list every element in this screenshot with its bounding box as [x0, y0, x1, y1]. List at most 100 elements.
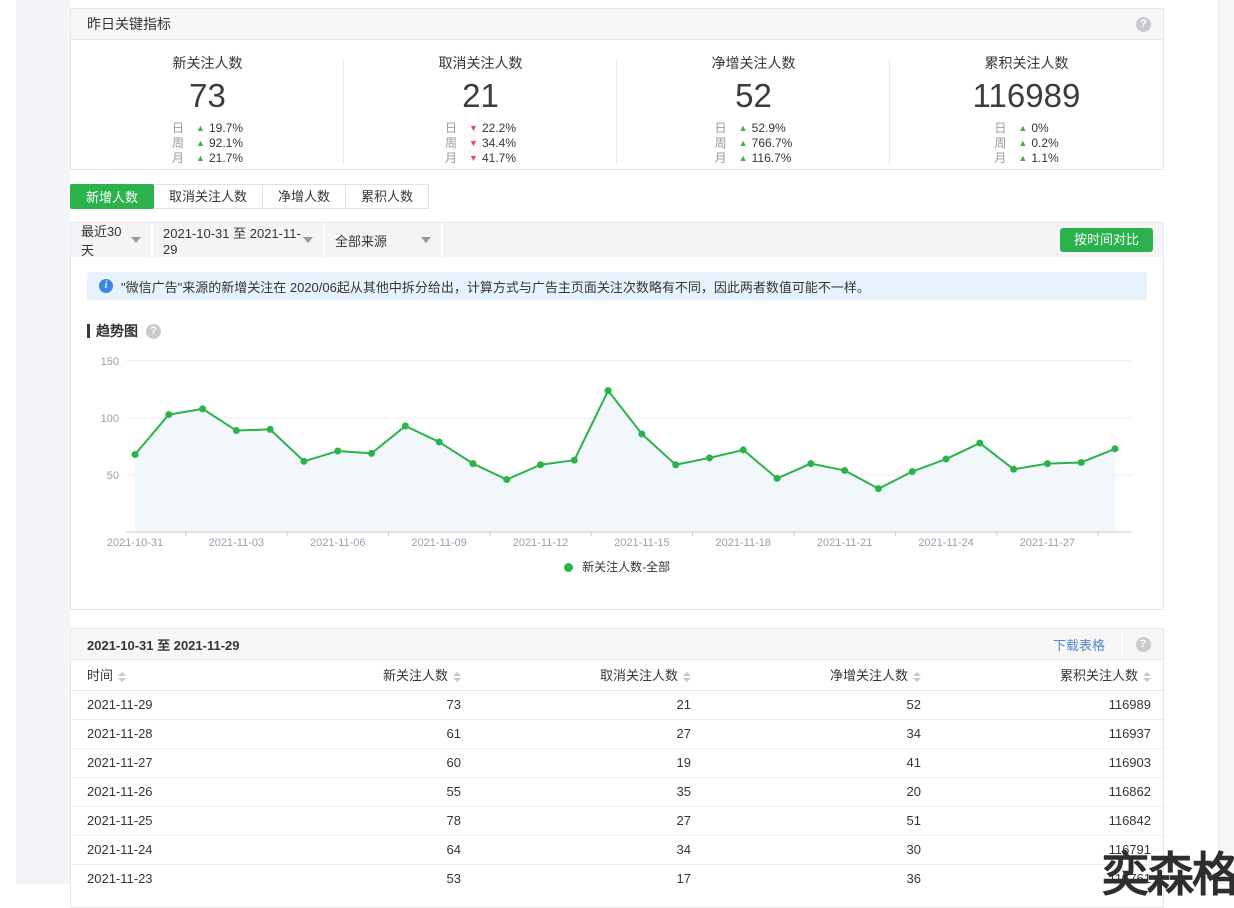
- source-dropdown[interactable]: 全部来源: [325, 223, 443, 257]
- trend-arrow-icon: ▲: [738, 123, 748, 133]
- trend-chart: 50 100 150 2021-10-31 2021-11-03 2021-11-06 20…: [87, 347, 1147, 552]
- table-cell: 2021-11-29: [87, 697, 153, 712]
- table-cell: 34: [705, 718, 935, 748]
- trend-section-title: 趋势图: [87, 321, 1147, 341]
- notice-text: "微信广告"来源的新增关注在 2020/06起从其他中拆分给出，计算方式与广告主…: [121, 279, 870, 295]
- source-value: 全部来源: [335, 233, 388, 249]
- tab-unfollowers[interactable]: 取消关注人数: [153, 184, 264, 209]
- trend-arrow-icon: ▼: [468, 123, 478, 133]
- table-cell: 116989: [1108, 697, 1151, 712]
- help-icon[interactable]: [1136, 17, 1151, 32]
- table-cell: 19: [475, 747, 705, 777]
- download-table-link[interactable]: 下载表格: [1053, 635, 1121, 654]
- percent-value: 19.7%: [208, 121, 244, 135]
- legend-marker-icon: [563, 563, 573, 572]
- table-row: 2021-11-23 53 17 36 116761: [71, 863, 1165, 893]
- tab-total[interactable]: 累积人数: [345, 184, 430, 209]
- key-metrics-card: 昨日关键指标 新关注人数 73 日▲19.7% 周▲92.1% 月▲21.7% …: [70, 8, 1164, 170]
- table-date-range-title: 2021-10-31 至 2021-11-29: [87, 637, 240, 653]
- table-row: 2021-11-29 73 21 52 116989: [71, 690, 1165, 719]
- svg-text:50: 50: [107, 470, 119, 482]
- metric-new-followers: 新关注人数 73 日 ▲ 19.7% 周 ▲ 92.1% 月 ▲ 21.7%: [71, 53, 344, 166]
- column-header-total[interactable]: 累积关注人数: [935, 660, 1165, 691]
- trend-arrow-icon: ▲: [195, 123, 205, 133]
- table-cell: 17: [475, 863, 705, 893]
- table-cell: 41: [705, 747, 935, 777]
- column-header-net[interactable]: 净增关注人数: [705, 660, 935, 691]
- trend-arrow-icon: ▲: [195, 138, 205, 148]
- percent-value: 52.9%: [751, 121, 786, 135]
- trend-title-text: 趋势图: [96, 323, 138, 339]
- info-icon: [99, 279, 113, 293]
- svg-text:2021-11-09: 2021-11-09: [411, 537, 466, 549]
- chevron-down-icon: [421, 237, 431, 243]
- chart-legend[interactable]: 新关注人数-全部: [71, 558, 1163, 575]
- table-cell: 55: [245, 776, 475, 806]
- page-left-gutter: [16, 0, 70, 884]
- scrollbar[interactable]: [1218, 0, 1234, 884]
- tab-new-followers[interactable]: 新增人数: [70, 184, 155, 209]
- svg-text:2021-11-15: 2021-11-15: [614, 537, 669, 549]
- data-table-card: 2021-10-31 至 2021-11-29 下载表格 时间 新关注人数 取消…: [70, 628, 1165, 908]
- trend-arrow-icon: ▲: [738, 138, 748, 148]
- notice-banner: "微信广告"来源的新增关注在 2020/06起从其他中拆分给出，计算方式与广告主…: [87, 272, 1147, 300]
- chevron-down-icon: [303, 237, 313, 243]
- date-preset-dropdown[interactable]: 最近30天: [71, 223, 153, 258]
- table-cell: 27: [475, 718, 705, 748]
- table-row: 2021-11-27 60 19 41 116903: [71, 747, 1165, 777]
- table-header-bar: 2021-10-31 至 2021-11-29 下载表格: [71, 629, 1163, 660]
- date-preset-value: 最近30天: [81, 224, 122, 258]
- svg-text:2021-11-12: 2021-11-12: [513, 537, 568, 549]
- period-label: 周: [444, 136, 457, 150]
- table-help-box[interactable]: [1121, 629, 1163, 659]
- column-header-unfollow[interactable]: 取消关注人数: [475, 660, 705, 691]
- percent-value: 92.1%: [208, 136, 244, 150]
- svg-text:2021-11-18: 2021-11-18: [716, 537, 771, 549]
- metric-value: 73: [189, 77, 226, 114]
- title-bar-decoration: [87, 324, 90, 338]
- svg-text:2021-11-27: 2021-11-27: [1020, 537, 1075, 549]
- metric-value: 21: [462, 77, 499, 114]
- tab-net-growth[interactable]: 净增人数: [262, 184, 347, 209]
- compare-by-time-button[interactable]: 按时间对比: [1059, 228, 1153, 252]
- svg-text:150: 150: [101, 356, 119, 368]
- sort-icon: [1143, 671, 1151, 682]
- period-label: 周: [714, 136, 727, 150]
- metric-net-growth: 净增关注人数 52 日 ▲ 52.9% 周 ▲ 766.7% 月 ▲ 116.7%: [617, 53, 890, 166]
- help-icon[interactable]: [146, 323, 161, 339]
- period-label: 月: [714, 151, 727, 165]
- legend-label: 新关注人数-全部: [582, 560, 671, 574]
- table-cell: 116842: [935, 805, 1165, 835]
- percent-value: 34.4%: [481, 136, 517, 150]
- table-cell: 2021-11-27: [71, 747, 245, 777]
- period-label: 日: [171, 121, 184, 135]
- svg-text:2021-11-03: 2021-11-03: [209, 537, 264, 549]
- followers-table: 时间 新关注人数 取消关注人数 净增关注人数 累积关注人数 2021-11-29…: [71, 660, 1165, 893]
- metric-value: 116989: [972, 77, 1081, 114]
- metric-label: 累积关注人数: [984, 55, 1069, 71]
- period-label: 月: [171, 151, 184, 165]
- table-cell: 21: [676, 697, 691, 712]
- percent-value: 22.2%: [481, 121, 517, 135]
- sort-icon: [453, 671, 461, 682]
- column-header-new[interactable]: 新关注人数: [245, 660, 475, 691]
- percent-value: 41.7%: [481, 151, 517, 165]
- date-range-dropdown[interactable]: 2021-10-31 至 2021-11-29: [153, 223, 325, 257]
- svg-text:2021-11-06: 2021-11-06: [310, 537, 365, 549]
- key-metrics-header: 昨日关键指标: [71, 9, 1163, 40]
- table-cell: 78: [245, 805, 475, 835]
- sort-icon: [118, 671, 127, 682]
- trend-arrow-icon: ▼: [468, 138, 478, 148]
- table-cell: 60: [245, 747, 475, 777]
- period-label: 日: [444, 121, 457, 135]
- percent-value: 766.7%: [751, 136, 793, 150]
- table-cell: 2021-11-23: [71, 863, 245, 893]
- sort-icon: [683, 671, 691, 682]
- trend-card: 最近30天 2021-10-31 至 2021-11-29 全部来源 按时间对比…: [70, 222, 1164, 610]
- metrics-row: 新关注人数 73 日 ▲ 19.7% 周 ▲ 92.1% 月 ▲ 21.7% 取消关注人数 …: [71, 40, 1163, 166]
- column-header-time[interactable]: 时间: [71, 660, 245, 691]
- period-label: 周: [171, 136, 184, 150]
- period-label: 周: [994, 136, 1007, 150]
- trend-arrow-icon: ▲: [195, 153, 205, 163]
- table-cell: 34: [475, 834, 705, 864]
